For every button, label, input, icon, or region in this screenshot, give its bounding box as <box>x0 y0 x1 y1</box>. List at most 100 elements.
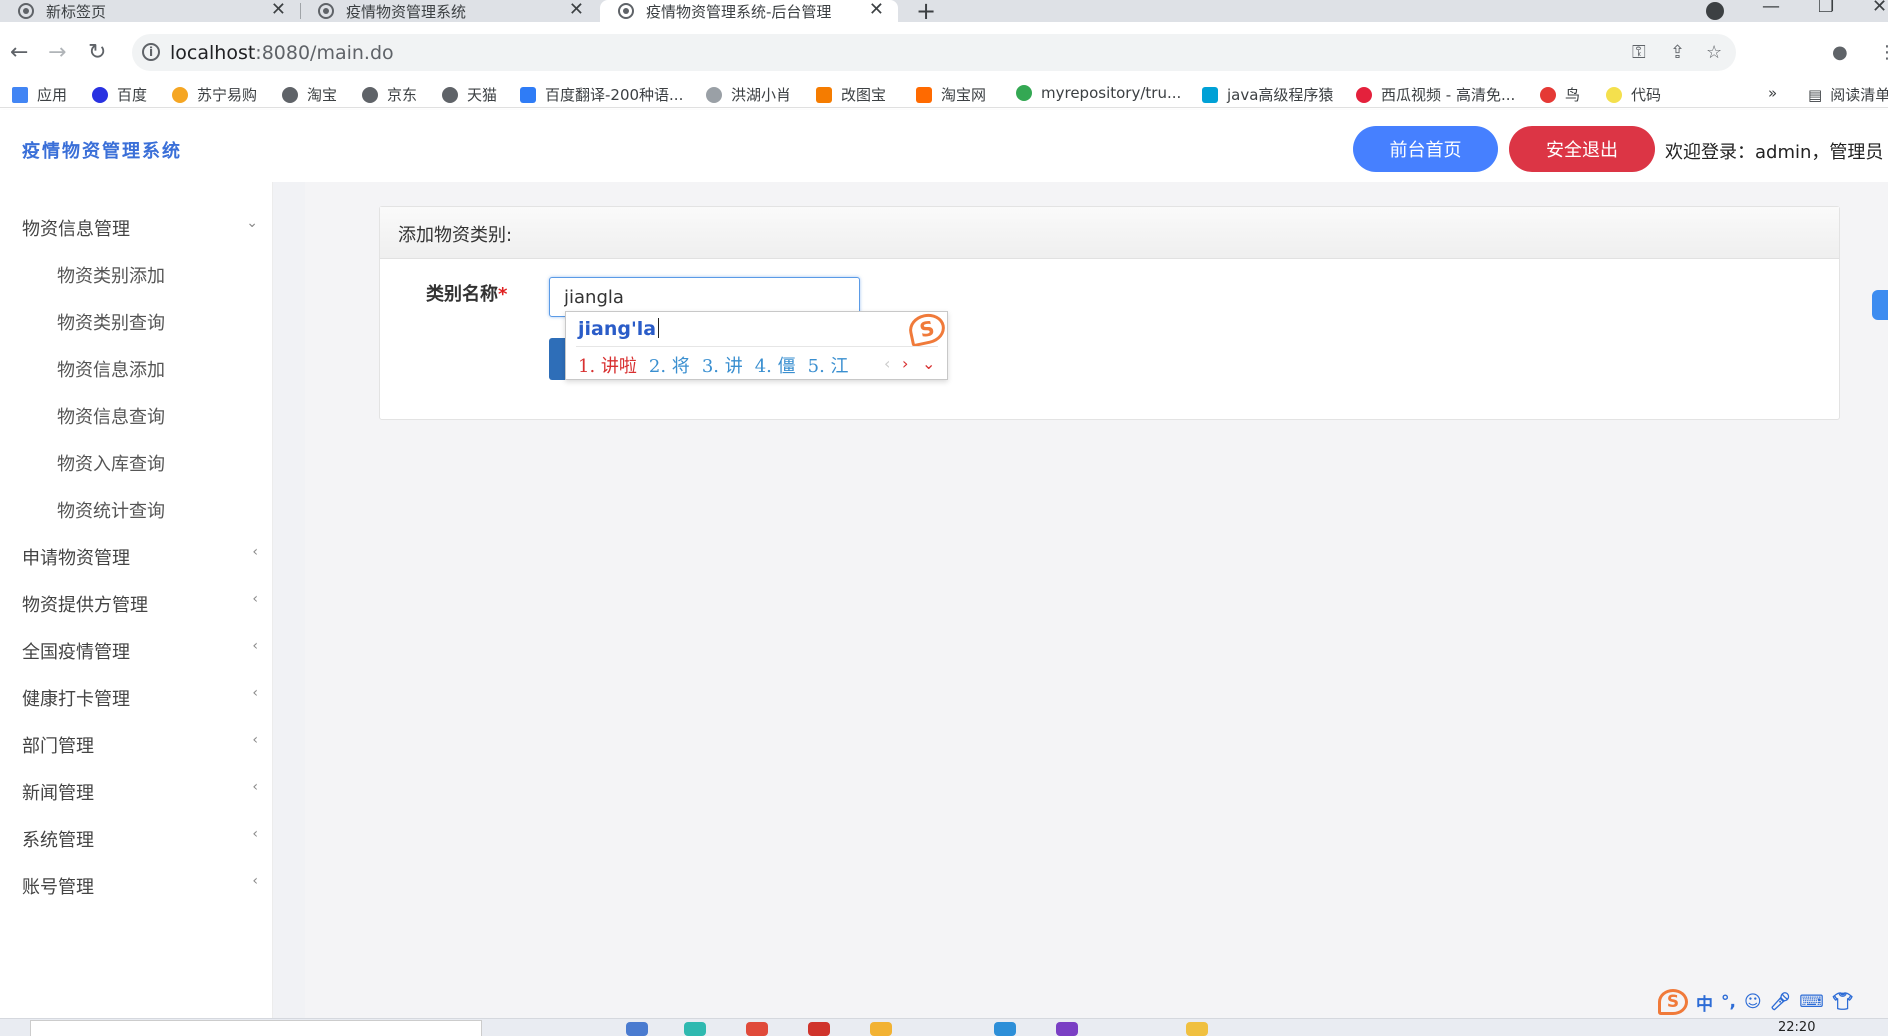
bookmark-tmall[interactable]: 天猫 <box>442 84 497 105</box>
sidebar-item-material-info[interactable]: 物资信息管理 ⌄ <box>22 215 262 241</box>
app-header: 疫情物资管理系统 前台首页 安全退出 欢迎登录：admin，管理员 <box>0 110 1888 182</box>
sidebar-subitem-stats-query[interactable]: 物资统计查询 <box>57 497 165 523</box>
bookmark-suning[interactable]: 苏宁易购 <box>172 84 257 105</box>
more-menu-icon[interactable]: ⋮ <box>1878 42 1888 63</box>
sidebar-subitem-stockin-query[interactable]: 物资入库查询 <box>57 450 165 476</box>
ime-next-icon[interactable]: › <box>902 354 908 373</box>
taskbar-app-icon[interactable] <box>1056 1022 1078 1036</box>
bookmark-baidu-translate[interactable]: 百度翻译-200种语... <box>520 84 683 105</box>
suning-icon <box>172 86 188 103</box>
forward-arrow-icon[interactable]: → <box>48 40 66 65</box>
bookmark-java[interactable]: java高级程序猿 <box>1202 84 1333 105</box>
share-icon[interactable]: ⇪ <box>1670 42 1685 63</box>
ime-keyboard-icon[interactable]: ⌨ <box>1799 992 1824 1012</box>
sogou-tray-icon[interactable]: S <box>1658 989 1688 1015</box>
close-icon[interactable]: ✕ <box>271 0 286 20</box>
bookmark-daima[interactable]: 代码 <box>1606 84 1661 105</box>
browser-toolbar: ← → ↻ i localhost:8080/main.do ☆ ⇪ ⚿ ● ⋮ <box>0 22 1888 84</box>
window-close-icon[interactable]: ✕ <box>1872 0 1887 17</box>
brand-title[interactable]: 疫情物资管理系统 <box>22 137 182 163</box>
browser-tab-newtab[interactable]: 新标签页 ✕ <box>0 0 300 22</box>
bird-icon <box>1540 86 1556 103</box>
ime-mode-label[interactable]: 中 <box>1696 990 1713 1015</box>
taskbar-search-box[interactable] <box>30 1020 482 1036</box>
sidebar-item-department[interactable]: 部门管理 ‹ <box>22 732 262 758</box>
url-text[interactable]: localhost:8080/main.do <box>170 42 394 64</box>
taobao-icon <box>916 86 932 103</box>
address-bar[interactable]: i localhost:8080/main.do ☆ ⇪ ⚿ <box>132 34 1736 71</box>
bookmark-label: 苏宁易购 <box>197 86 258 104</box>
sidebar-item-news[interactable]: 新闻管理 ‹ <box>22 779 262 805</box>
tab-title: 新标签页 <box>46 2 107 21</box>
ime-skin-icon[interactable]: 👕︎ <box>1832 992 1854 1012</box>
taskbar-app-icon[interactable] <box>746 1022 768 1036</box>
ime-candidate[interactable]: 5. 江 <box>808 356 849 377</box>
bookmark-taobaowang[interactable]: 淘宝网 <box>916 84 986 105</box>
close-icon[interactable]: ✕ <box>869 0 884 20</box>
bookmark-apps[interactable]: 应用 <box>12 84 67 105</box>
sidebar-subitem-category-add[interactable]: 物资类别添加 <box>57 262 165 288</box>
sidebar: 物资信息管理 ⌄ 物资类别添加 物资类别查询 物资信息添加 物资信息查询 物资入… <box>0 182 273 1018</box>
bookmark-label: 改图宝 <box>841 86 887 104</box>
info-icon[interactable]: i <box>142 43 160 61</box>
sidebar-item-account[interactable]: 账号管理 ‹ <box>22 873 262 899</box>
ime-emoji-icon[interactable]: ☺ <box>1744 992 1762 1012</box>
minimize-icon[interactable]: — <box>1762 0 1780 17</box>
taskbar-app-icon[interactable] <box>994 1022 1016 1036</box>
ime-mic-icon[interactable]: 🎤︎ <box>1770 992 1792 1012</box>
bookmark-label: 天猫 <box>467 86 498 104</box>
browser-tab-admin[interactable]: 疫情物资管理系统-后台管理 ✕ <box>600 0 898 22</box>
ime-candidate[interactable]: 4. 僵 <box>755 356 796 377</box>
profile-icon[interactable]: ● <box>1832 42 1848 63</box>
browser-tab-frontend[interactable]: 疫情物资管理系统 ✕ <box>300 0 598 22</box>
ime-punct-icon[interactable]: °, <box>1721 992 1736 1012</box>
bookmark-honghu[interactable]: 洪湖小肖 <box>706 84 791 105</box>
reload-icon[interactable]: ↻ <box>88 40 106 65</box>
text-caret <box>658 318 660 338</box>
taskbar-clock[interactable]: 22:20 <box>1778 1020 1815 1035</box>
bookmark-xigua[interactable]: 西瓜视频 - 高清免... <box>1356 84 1515 105</box>
bookmark-taobao[interactable]: 淘宝 <box>282 84 337 105</box>
bookmark-star-icon[interactable]: ☆ <box>1706 42 1722 63</box>
bookmark-niao[interactable]: 鸟 <box>1540 84 1580 105</box>
sidebar-item-system[interactable]: 系统管理 ‹ <box>22 826 262 852</box>
bookmark-jd[interactable]: 京东 <box>362 84 417 105</box>
ime-candidate[interactable]: 3. 讲 <box>702 356 743 377</box>
taskbar-app-icon[interactable] <box>1186 1022 1208 1036</box>
frontend-home-button[interactable]: 前台首页 <box>1353 126 1498 172</box>
sidebar-item-epidemic[interactable]: 全国疫情管理 ‹ <box>22 638 262 664</box>
ime-prev-icon[interactable]: ‹ <box>884 354 890 373</box>
reading-list-button[interactable]: ▤ 阅读清单 <box>1808 84 1888 105</box>
floating-side-tab[interactable] <box>1872 290 1888 320</box>
ime-candidate[interactable]: 1. 讲啦 <box>578 356 637 377</box>
ime-expand-icon[interactable]: ⌄ <box>922 354 935 373</box>
restore-icon[interactable]: ❐ <box>1818 0 1834 17</box>
taskbar-app-icon[interactable] <box>626 1022 648 1036</box>
key-icon[interactable]: ⚿ <box>1632 42 1646 63</box>
sidebar-item-apply[interactable]: 申请物资管理 ‹ <box>22 544 262 570</box>
bookmark-baidu[interactable]: 百度 <box>92 84 147 105</box>
back-arrow-icon[interactable]: ← <box>10 40 28 65</box>
sidebar-item-label: 申请物资管理 <box>22 548 130 569</box>
baidu-paw-icon <box>92 86 108 103</box>
bookmark-label: 淘宝网 <box>941 86 987 104</box>
logout-button[interactable]: 安全退出 <box>1509 126 1655 172</box>
chrome-icon <box>18 3 34 19</box>
sidebar-subitem-info-query[interactable]: 物资信息查询 <box>57 403 165 429</box>
sidebar-subitem-info-add[interactable]: 物资信息添加 <box>57 356 165 382</box>
taskbar-app-icon[interactable] <box>808 1022 830 1036</box>
tab-search-icon[interactable] <box>1706 2 1724 20</box>
bookmark-myrepository[interactable]: myrepository/tru... <box>1016 84 1181 102</box>
bookmark-label: myrepository/tru... <box>1041 84 1182 102</box>
sidebar-subitem-category-query[interactable]: 物资类别查询 <box>57 309 165 335</box>
bookmark-label: java高级程序猿 <box>1227 86 1334 104</box>
sidebar-item-provider[interactable]: 物资提供方管理 ‹ <box>22 591 262 617</box>
bookmarks-overflow-button[interactable]: » <box>1768 84 1777 102</box>
bookmark-gaitubao[interactable]: 改图宝 <box>816 84 886 105</box>
ime-candidate[interactable]: 2. 将 <box>649 356 690 377</box>
globe-icon <box>442 86 458 103</box>
close-icon[interactable]: ✕ <box>569 0 584 20</box>
taskbar-app-icon[interactable] <box>870 1022 892 1036</box>
sidebar-item-health[interactable]: 健康打卡管理 ‹ <box>22 685 262 711</box>
taskbar-app-icon[interactable] <box>684 1022 706 1036</box>
